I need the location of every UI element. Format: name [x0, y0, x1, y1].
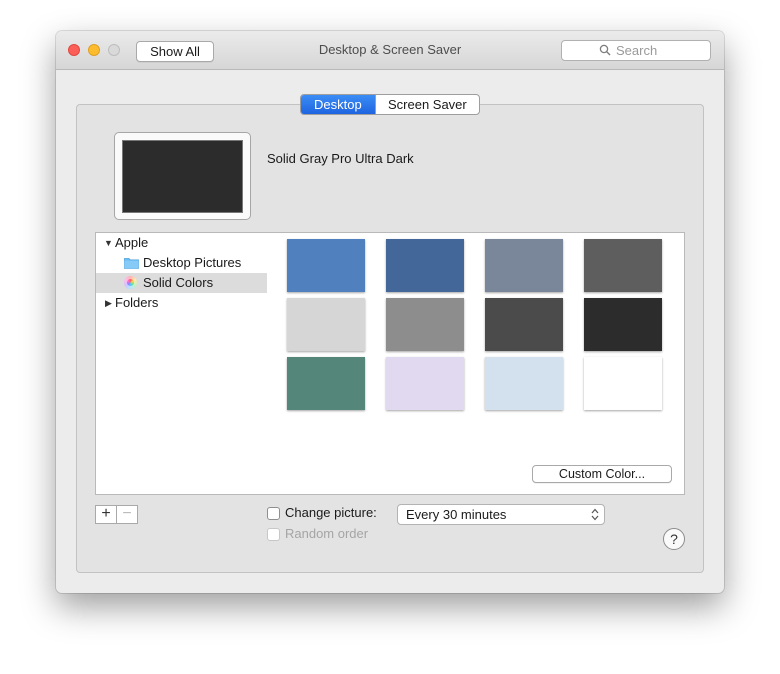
color-swatch[interactable]	[287, 298, 365, 351]
disclosure-collapsed-icon[interactable]: ▶	[105, 293, 112, 313]
color-grid: Custom Color...	[267, 232, 685, 495]
add-folder-button[interactable]: +	[96, 506, 117, 523]
color-swatch[interactable]	[485, 239, 563, 292]
search-icon	[599, 44, 611, 56]
preferences-window: Show All Desktop & Screen Saver Search D…	[56, 31, 724, 593]
sidebar-group-apple[interactable]: ▼ Apple	[96, 233, 267, 253]
search-placeholder: Search	[616, 43, 658, 58]
color-swatch[interactable]	[584, 357, 662, 410]
sidebar-item-desktop-pictures[interactable]: Desktop Pictures	[96, 253, 267, 273]
sidebar-item-solid-colors[interactable]: Solid Colors	[96, 273, 267, 293]
sidebar-group-label: Folders	[115, 295, 159, 310]
random-order-label: Random order	[285, 526, 369, 541]
random-order-checkbox[interactable]	[267, 528, 280, 541]
help-button[interactable]: ?	[663, 528, 685, 550]
title-bar: Show All Desktop & Screen Saver Search	[56, 31, 724, 70]
sidebar-group-label: Apple	[115, 235, 149, 250]
change-picture-label: Change picture:	[285, 505, 377, 520]
remove-folder-button[interactable]: −	[117, 506, 137, 523]
change-interval-popup[interactable]: Every 30 minutes	[397, 504, 605, 525]
tab-screen-saver[interactable]: Screen Saver	[374, 95, 479, 114]
color-swatch[interactable]	[386, 298, 464, 351]
color-wheel-icon	[124, 276, 137, 289]
source-list: ▼ Apple Desktop Pictures Solid Colors ▶ …	[95, 232, 268, 495]
tab-segmented-control: Desktop Screen Saver	[300, 94, 480, 115]
color-swatch[interactable]	[485, 357, 563, 410]
color-swatch[interactable]	[584, 239, 662, 292]
color-swatch[interactable]	[386, 357, 464, 410]
picture-name: Solid Gray Pro Ultra Dark	[267, 151, 414, 166]
sidebar-item-label: Solid Colors	[143, 275, 214, 290]
change-picture-checkbox[interactable]	[267, 507, 280, 520]
disclosure-expanded-icon[interactable]: ▼	[104, 233, 113, 253]
search-field[interactable]: Search	[561, 40, 711, 61]
color-swatch[interactable]	[287, 357, 365, 410]
color-swatch[interactable]	[485, 298, 563, 351]
desktop-preview	[114, 132, 251, 220]
color-swatch[interactable]	[584, 298, 662, 351]
add-remove-control: + −	[95, 505, 138, 524]
color-swatch[interactable]	[386, 239, 464, 292]
tab-desktop[interactable]: Desktop	[301, 95, 375, 114]
change-interval-value: Every 30 minutes	[406, 507, 507, 522]
sidebar-item-label: Desktop Pictures	[143, 255, 242, 270]
folder-icon	[124, 258, 139, 269]
sidebar-group-folders[interactable]: ▶ Folders	[96, 293, 267, 313]
custom-color-button[interactable]: Custom Color...	[532, 465, 672, 483]
up-down-arrows-icon	[591, 508, 599, 521]
desktop-preview-image	[122, 140, 243, 213]
color-swatch[interactable]	[287, 239, 365, 292]
